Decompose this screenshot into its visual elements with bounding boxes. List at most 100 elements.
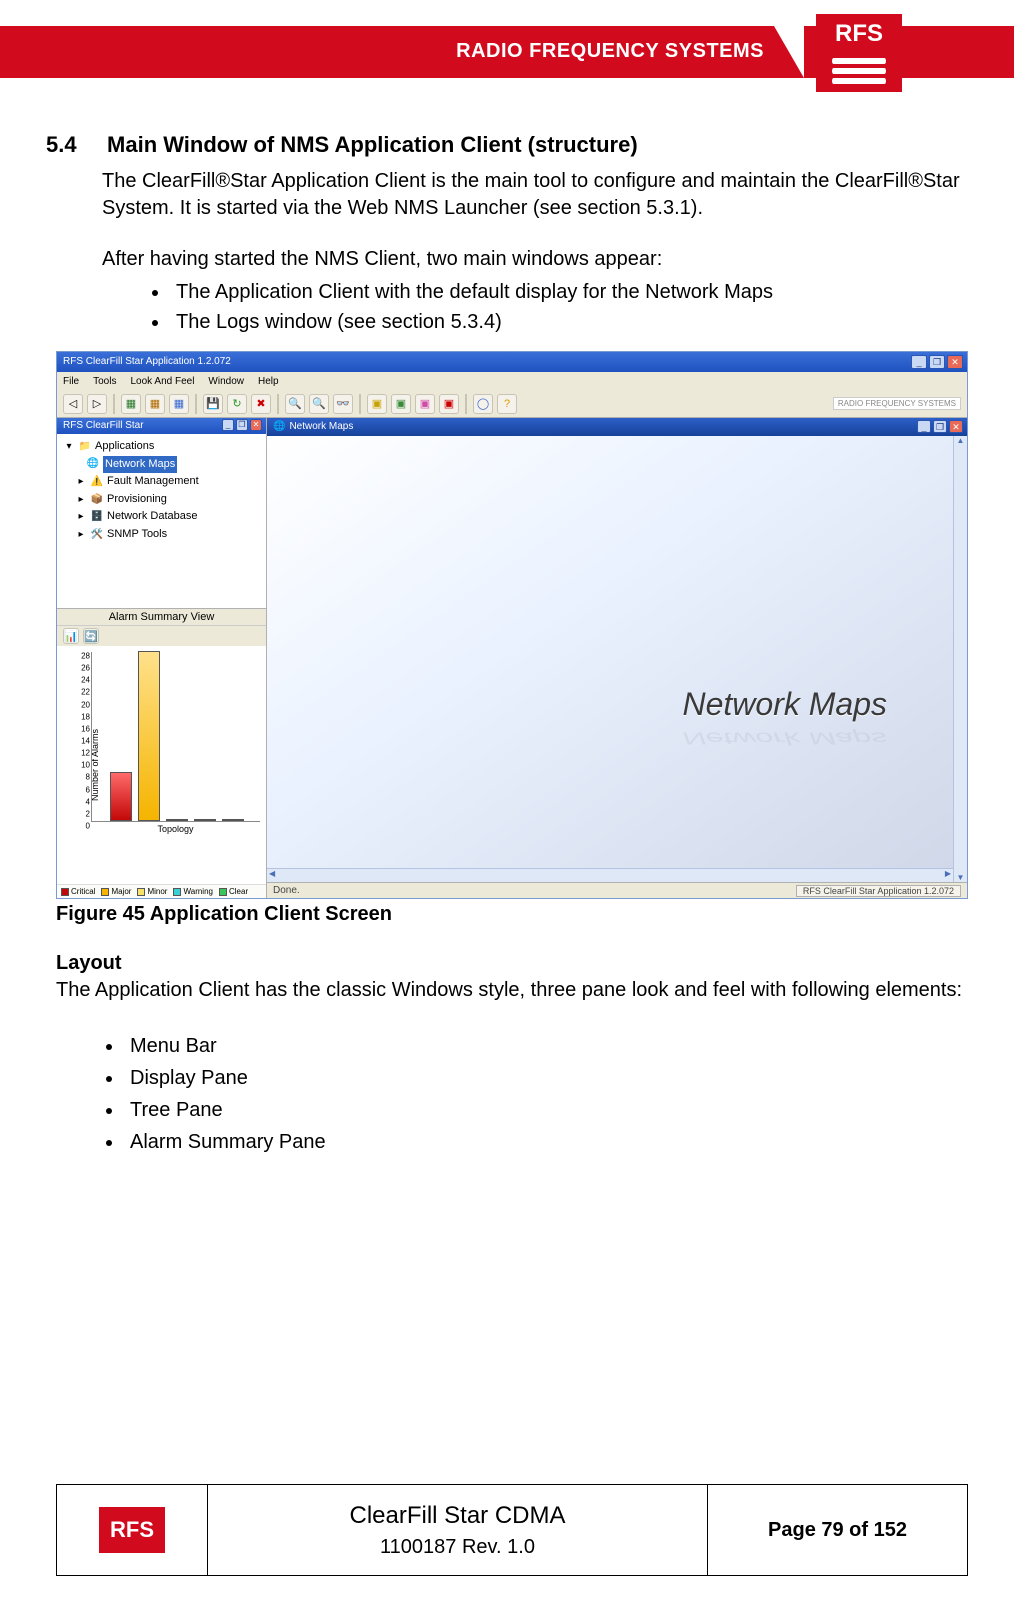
maximize-button[interactable]: ❐: [929, 355, 945, 369]
minimize-button[interactable]: _: [911, 355, 927, 369]
tool-icon[interactable]: ▦: [169, 394, 189, 414]
tree-item-label: Network Database: [107, 508, 198, 526]
status-bar: Done. RFS ClearFill Star Application 1.2…: [267, 882, 967, 898]
tool-icon[interactable]: ▦: [145, 394, 165, 414]
find-icon[interactable]: 👓: [333, 394, 353, 414]
left-column: RFS ClearFill Star _ ❐ ✕ ▾ 📁 Application…: [57, 418, 267, 898]
tool-icon[interactable]: ▣: [439, 394, 459, 414]
zoom-out-icon[interactable]: 🔍: [309, 394, 329, 414]
bar-minor[interactable]: [166, 819, 188, 821]
alarm-summary-pane: Alarm Summary View 📊 🔄 Number of Alarms …: [57, 608, 266, 898]
section-title: Main Window of NMS Application Client (s…: [107, 132, 638, 158]
tree-item-provisioning[interactable]: ▸ 📦 Provisioning: [63, 491, 260, 509]
toolbar-brand-logo: RADIO FREQUENCY SYSTEMS: [833, 397, 961, 410]
tool-icon[interactable]: ▣: [415, 394, 435, 414]
window-controls: _ ❐ ✕: [911, 355, 963, 369]
page-content: 5.4 Main Window of NMS Application Clien…: [0, 92, 1014, 337]
stop-icon[interactable]: ✖: [251, 394, 271, 414]
list-item: Display Pane: [124, 1062, 1014, 1094]
tree-maximize-button[interactable]: ❐: [236, 419, 248, 431]
folder-icon: 📁: [79, 441, 91, 453]
tree-item-network-maps[interactable]: 🌐 Network Maps: [63, 456, 260, 474]
tool-icon[interactable]: ▦: [121, 394, 141, 414]
chart-grid: 0246810121416182022242628: [91, 652, 260, 822]
app-window: RFS ClearFill Star Application 1.2.072 _…: [56, 351, 968, 899]
network-maps-window: 🌐 Network Maps _ ❐ ✕ Network Maps Networ…: [267, 418, 967, 882]
back-button[interactable]: ◁: [63, 394, 83, 414]
legend-minor: Minor: [137, 887, 167, 896]
bar-warning[interactable]: [194, 819, 216, 821]
canvas-watermark-text: Network Maps: [683, 686, 888, 723]
page-footer: RFS ClearFill Star CDMA 1100187 Rev. 1.0…: [56, 1484, 968, 1576]
expand-plus-icon[interactable]: ▸: [75, 529, 87, 541]
window-titlebar[interactable]: RFS ClearFill Star Application 1.2.072 _…: [57, 352, 967, 372]
menu-look-and-feel[interactable]: Look And Feel: [130, 376, 194, 387]
intro-paragraph-2: After having started the NMS Client, two…: [102, 246, 968, 273]
list-item: Alarm Summary Pane: [124, 1126, 1014, 1158]
layout-bullets: Menu Bar Display Pane Tree Pane Alarm Su…: [110, 1030, 1014, 1158]
bar-clear[interactable]: [222, 819, 244, 821]
expand-minus-icon[interactable]: ▾: [63, 441, 75, 453]
tree-minimize-button[interactable]: _: [222, 419, 234, 431]
map-canvas[interactable]: Network Maps Network Maps: [267, 436, 967, 882]
tool-icon[interactable]: ▣: [391, 394, 411, 414]
close-button[interactable]: ✕: [947, 355, 963, 369]
tree-item-label: Fault Management: [107, 473, 199, 491]
alarm-refresh-icon[interactable]: 🔄: [83, 628, 99, 644]
tree-item-fault-management[interactable]: ▸ ⚠️ Fault Management: [63, 473, 260, 491]
chart-legend: Critical Major Minor Warning Clear: [57, 884, 266, 898]
layout-paragraph: The Application Client has the classic W…: [56, 977, 968, 1004]
menu-window[interactable]: Window: [208, 376, 244, 387]
list-item: The Logs window (see section 5.3.4): [170, 307, 968, 337]
expand-plus-icon[interactable]: ▸: [75, 494, 87, 506]
footer-title-cell: ClearFill Star CDMA 1100187 Rev. 1.0: [207, 1485, 707, 1575]
help-icon[interactable]: ?: [497, 394, 517, 414]
inner-close-button[interactable]: ✕: [949, 420, 963, 433]
brand-text: RADIO FREQUENCY SYSTEMS: [456, 40, 764, 63]
menu-help[interactable]: Help: [258, 376, 279, 387]
legend-major: Major: [101, 887, 131, 896]
main-panes: RFS ClearFill Star _ ❐ ✕ ▾ 📁 Application…: [57, 418, 967, 898]
footer-page-label: Page 79 of 152: [768, 1519, 907, 1541]
inner-maximize-button[interactable]: ❐: [933, 420, 947, 433]
brand-logo-text: RFS: [816, 14, 902, 48]
zoom-in-icon[interactable]: 🔍: [285, 394, 305, 414]
horizontal-scrollbar[interactable]: [267, 868, 953, 882]
section-number: 5.4: [46, 132, 102, 158]
layout-heading: Layout: [56, 952, 968, 975]
tree-close-button[interactable]: ✕: [250, 419, 262, 431]
tool-icon[interactable]: ▣: [367, 394, 387, 414]
alarm-chart-icon[interactable]: 📊: [63, 628, 79, 644]
tree-pane: RFS ClearFill Star _ ❐ ✕ ▾ 📁 Application…: [57, 418, 266, 608]
globe-icon: 🌐: [87, 458, 99, 470]
inner-window-titlebar[interactable]: 🌐 Network Maps _ ❐ ✕: [267, 418, 967, 436]
list-item: Menu Bar: [124, 1030, 1014, 1062]
menu-file[interactable]: File: [63, 376, 79, 387]
footer-subtitle: 1100187 Rev. 1.0: [380, 1533, 535, 1561]
tree-item-snmp-tools[interactable]: ▸ 🛠️ SNMP Tools: [63, 526, 260, 544]
forward-button[interactable]: ▷: [87, 394, 107, 414]
expand-plus-icon[interactable]: ▸: [75, 511, 87, 523]
refresh-icon[interactable]: ↻: [227, 394, 247, 414]
inner-minimize-button[interactable]: _: [917, 420, 931, 433]
expand-plus-icon[interactable]: ▸: [75, 476, 87, 488]
bar-critical[interactable]: [110, 772, 132, 821]
vertical-scrollbar[interactable]: [953, 436, 967, 882]
tree-root[interactable]: ▾ 📁 Applications: [63, 438, 260, 456]
footer-logo: RFS: [99, 1507, 165, 1553]
settings-icon[interactable]: ◯: [473, 394, 493, 414]
save-icon[interactable]: 💾: [203, 394, 223, 414]
brand-logo: RFS: [816, 14, 902, 92]
tree-item-label: Provisioning: [107, 491, 167, 509]
menu-bar: File Tools Look And Feel Window Help: [57, 372, 967, 390]
canvas-watermark-reflection: Network Maps: [683, 728, 888, 748]
figure-caption: Figure 45 Application Client Screen: [56, 903, 968, 926]
tree-item-network-database[interactable]: ▸ 🗄️ Network Database: [63, 508, 260, 526]
bar-major[interactable]: [138, 651, 160, 821]
alarm-toolbar: 📊 🔄: [57, 626, 266, 646]
list-item: Tree Pane: [124, 1094, 1014, 1126]
tree-titlebar[interactable]: RFS ClearFill Star _ ❐ ✕: [57, 418, 266, 434]
menu-tools[interactable]: Tools: [93, 376, 116, 387]
database-icon: 🗄️: [91, 511, 103, 523]
taskbar-item[interactable]: RFS ClearFill Star Application 1.2.072: [796, 885, 961, 897]
